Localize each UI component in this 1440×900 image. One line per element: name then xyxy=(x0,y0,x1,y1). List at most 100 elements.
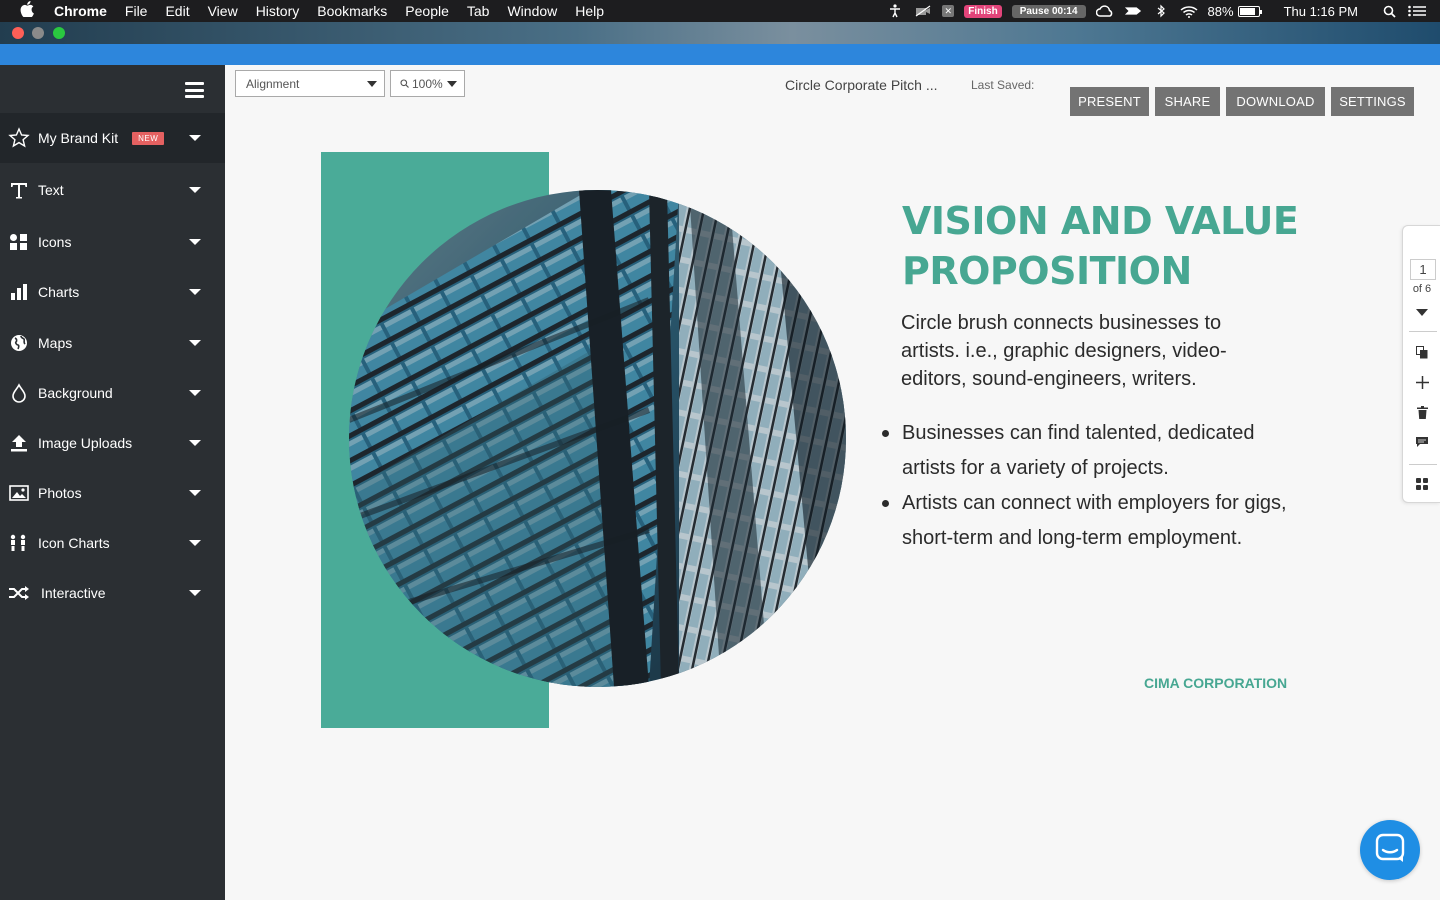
fullscreen-window-button[interactable] xyxy=(53,27,65,39)
wifi-icon[interactable] xyxy=(1180,4,1198,18)
recording-pause-button[interactable]: Pause 00:14 xyxy=(1011,4,1086,18)
accessibility-icon[interactable] xyxy=(886,4,904,18)
slide-title[interactable]: VISION AND VALUE PROPOSITION xyxy=(902,196,1322,296)
browser-window-strip xyxy=(0,22,1440,44)
menu-edit[interactable]: Edit xyxy=(165,3,189,19)
sidebar-item-image-uploads[interactable]: Image Uploads xyxy=(0,418,225,468)
current-page-input[interactable]: 1 xyxy=(1410,259,1436,280)
sidebar-item-label: Maps xyxy=(38,335,73,351)
chevron-down-icon xyxy=(189,135,201,141)
macos-menu-bar: Chrome File Edit View History Bookmarks … xyxy=(0,0,1440,22)
page-total-label: of 6 xyxy=(1412,283,1432,295)
recording-finish-button[interactable]: Finish xyxy=(964,4,1002,18)
sidebar-item-label: Text xyxy=(38,182,64,198)
menu-history[interactable]: History xyxy=(256,3,300,19)
present-button[interactable]: PRESENT xyxy=(1070,87,1149,116)
sidebar-item-maps[interactable]: Maps xyxy=(0,318,225,368)
list-item: Businesses can find talented, dedicated … xyxy=(880,416,1300,486)
comment-icon[interactable] xyxy=(1412,432,1432,452)
apple-menu-icon[interactable] xyxy=(20,1,38,21)
trash-icon[interactable] xyxy=(1412,402,1432,422)
sidebar-item-my-brand-kit[interactable]: My Brand Kit NEW xyxy=(0,113,225,163)
menu-tab[interactable]: Tab xyxy=(467,3,490,19)
clock[interactable]: Thu 1:16 PM xyxy=(1284,4,1358,19)
battery-percent: 88% xyxy=(1207,3,1234,19)
airmail-icon[interactable] xyxy=(1124,4,1142,18)
chat-icon xyxy=(1375,833,1405,868)
hamburger-menu-icon[interactable] xyxy=(185,82,204,98)
menu-people[interactable]: People xyxy=(405,3,449,19)
sidebar-item-photos[interactable]: Photos xyxy=(0,468,225,518)
slide-bullet-list[interactable]: Businesses can find talented, dedicated … xyxy=(880,416,1300,556)
paint-drop-icon xyxy=(8,382,30,404)
sidebar-item-interactive[interactable]: Interactive xyxy=(0,568,225,618)
sidebar-item-background[interactable]: Background xyxy=(0,368,225,418)
sidebar-item-text[interactable]: Text xyxy=(0,165,225,215)
star-icon xyxy=(8,127,30,149)
alignment-select[interactable]: Alignment xyxy=(235,70,385,97)
chat-support-button[interactable] xyxy=(1360,820,1420,880)
status-area: ✕ Finish Pause 00:14 88% Thu 1:16 PM xyxy=(886,0,1440,22)
chevron-down-icon xyxy=(447,81,457,87)
menu-window[interactable]: Window xyxy=(507,3,557,19)
close-window-button[interactable] xyxy=(12,27,24,39)
minimize-window-button[interactable] xyxy=(32,27,44,39)
zoom-select-value: 100% xyxy=(412,76,443,91)
chevron-down-icon xyxy=(189,540,201,546)
bar-chart-icon xyxy=(8,281,30,303)
battery-level-fill xyxy=(1239,7,1256,15)
company-name[interactable]: CIMA CORPORATION xyxy=(1144,675,1287,691)
chevron-down-icon xyxy=(189,490,201,496)
new-badge: NEW xyxy=(132,131,165,145)
sidebar-item-label: Interactive xyxy=(41,585,106,601)
divider xyxy=(1409,331,1437,332)
menu-file[interactable]: File xyxy=(125,3,148,19)
sidebar-item-icons[interactable]: Icons xyxy=(0,217,225,267)
battery-icon xyxy=(1237,5,1262,17)
camera-off-icon[interactable] xyxy=(914,4,932,18)
download-button[interactable]: DOWNLOAD xyxy=(1226,87,1325,116)
next-page-icon[interactable] xyxy=(1412,303,1432,323)
chevron-down-icon xyxy=(189,187,201,193)
sidebar: My Brand Kit NEW Text Icons Charts Maps xyxy=(0,65,225,900)
menu-app-name[interactable]: Chrome xyxy=(54,3,107,19)
divider xyxy=(1409,464,1437,465)
photo-icon xyxy=(8,482,30,504)
settings-button[interactable]: SETTINGS xyxy=(1331,87,1414,116)
building-photo[interactable] xyxy=(349,190,846,687)
slide-title-line1: VISION AND VALUE xyxy=(902,199,1299,243)
sidebar-item-label: Icons xyxy=(38,234,72,250)
cloud-icon[interactable] xyxy=(1095,4,1114,18)
sidebar-item-label: My Brand Kit xyxy=(38,130,119,146)
share-button[interactable]: SHARE xyxy=(1155,87,1220,116)
upload-icon xyxy=(8,432,30,454)
slide-tools-panel: 1 of 6 xyxy=(1402,225,1440,503)
sidebar-item-label: Photos xyxy=(38,485,82,501)
recording-stop-icon[interactable]: ✕ xyxy=(942,5,955,17)
chevron-down-icon xyxy=(189,390,201,396)
bluetooth-icon[interactable] xyxy=(1152,4,1170,18)
sidebar-item-label: Icon Charts xyxy=(38,535,110,551)
menu-view[interactable]: View xyxy=(208,3,238,19)
menu-help[interactable]: Help xyxy=(575,3,604,19)
spotlight-search-icon[interactable] xyxy=(1380,4,1398,18)
add-page-icon[interactable] xyxy=(1412,372,1432,392)
magnifier-icon xyxy=(400,79,409,88)
icons-grid-icon xyxy=(8,231,30,253)
chevron-down-icon xyxy=(189,289,201,295)
zoom-select[interactable]: 100% xyxy=(390,70,465,97)
app-header-bar xyxy=(0,44,1440,65)
document-title[interactable]: Circle Corporate Pitch ... xyxy=(785,77,938,93)
battery-status[interactable]: 88% xyxy=(1207,3,1262,19)
notification-center-icon[interactable] xyxy=(1408,4,1426,18)
slide-intro-text[interactable]: Circle brush connects businesses to arti… xyxy=(901,309,1261,393)
duplicate-page-icon[interactable] xyxy=(1412,342,1432,362)
list-item: Artists can connect with employers for g… xyxy=(880,486,1300,556)
sidebar-item-icon-charts[interactable]: Icon Charts xyxy=(0,518,225,568)
sidebar-item-charts[interactable]: Charts xyxy=(0,267,225,317)
chevron-down-icon xyxy=(189,239,201,245)
globe-icon xyxy=(8,332,30,354)
page-grid-icon[interactable] xyxy=(1412,474,1432,494)
menu-bookmarks[interactable]: Bookmarks xyxy=(317,3,387,19)
sidebar-item-label: Background xyxy=(38,385,113,401)
